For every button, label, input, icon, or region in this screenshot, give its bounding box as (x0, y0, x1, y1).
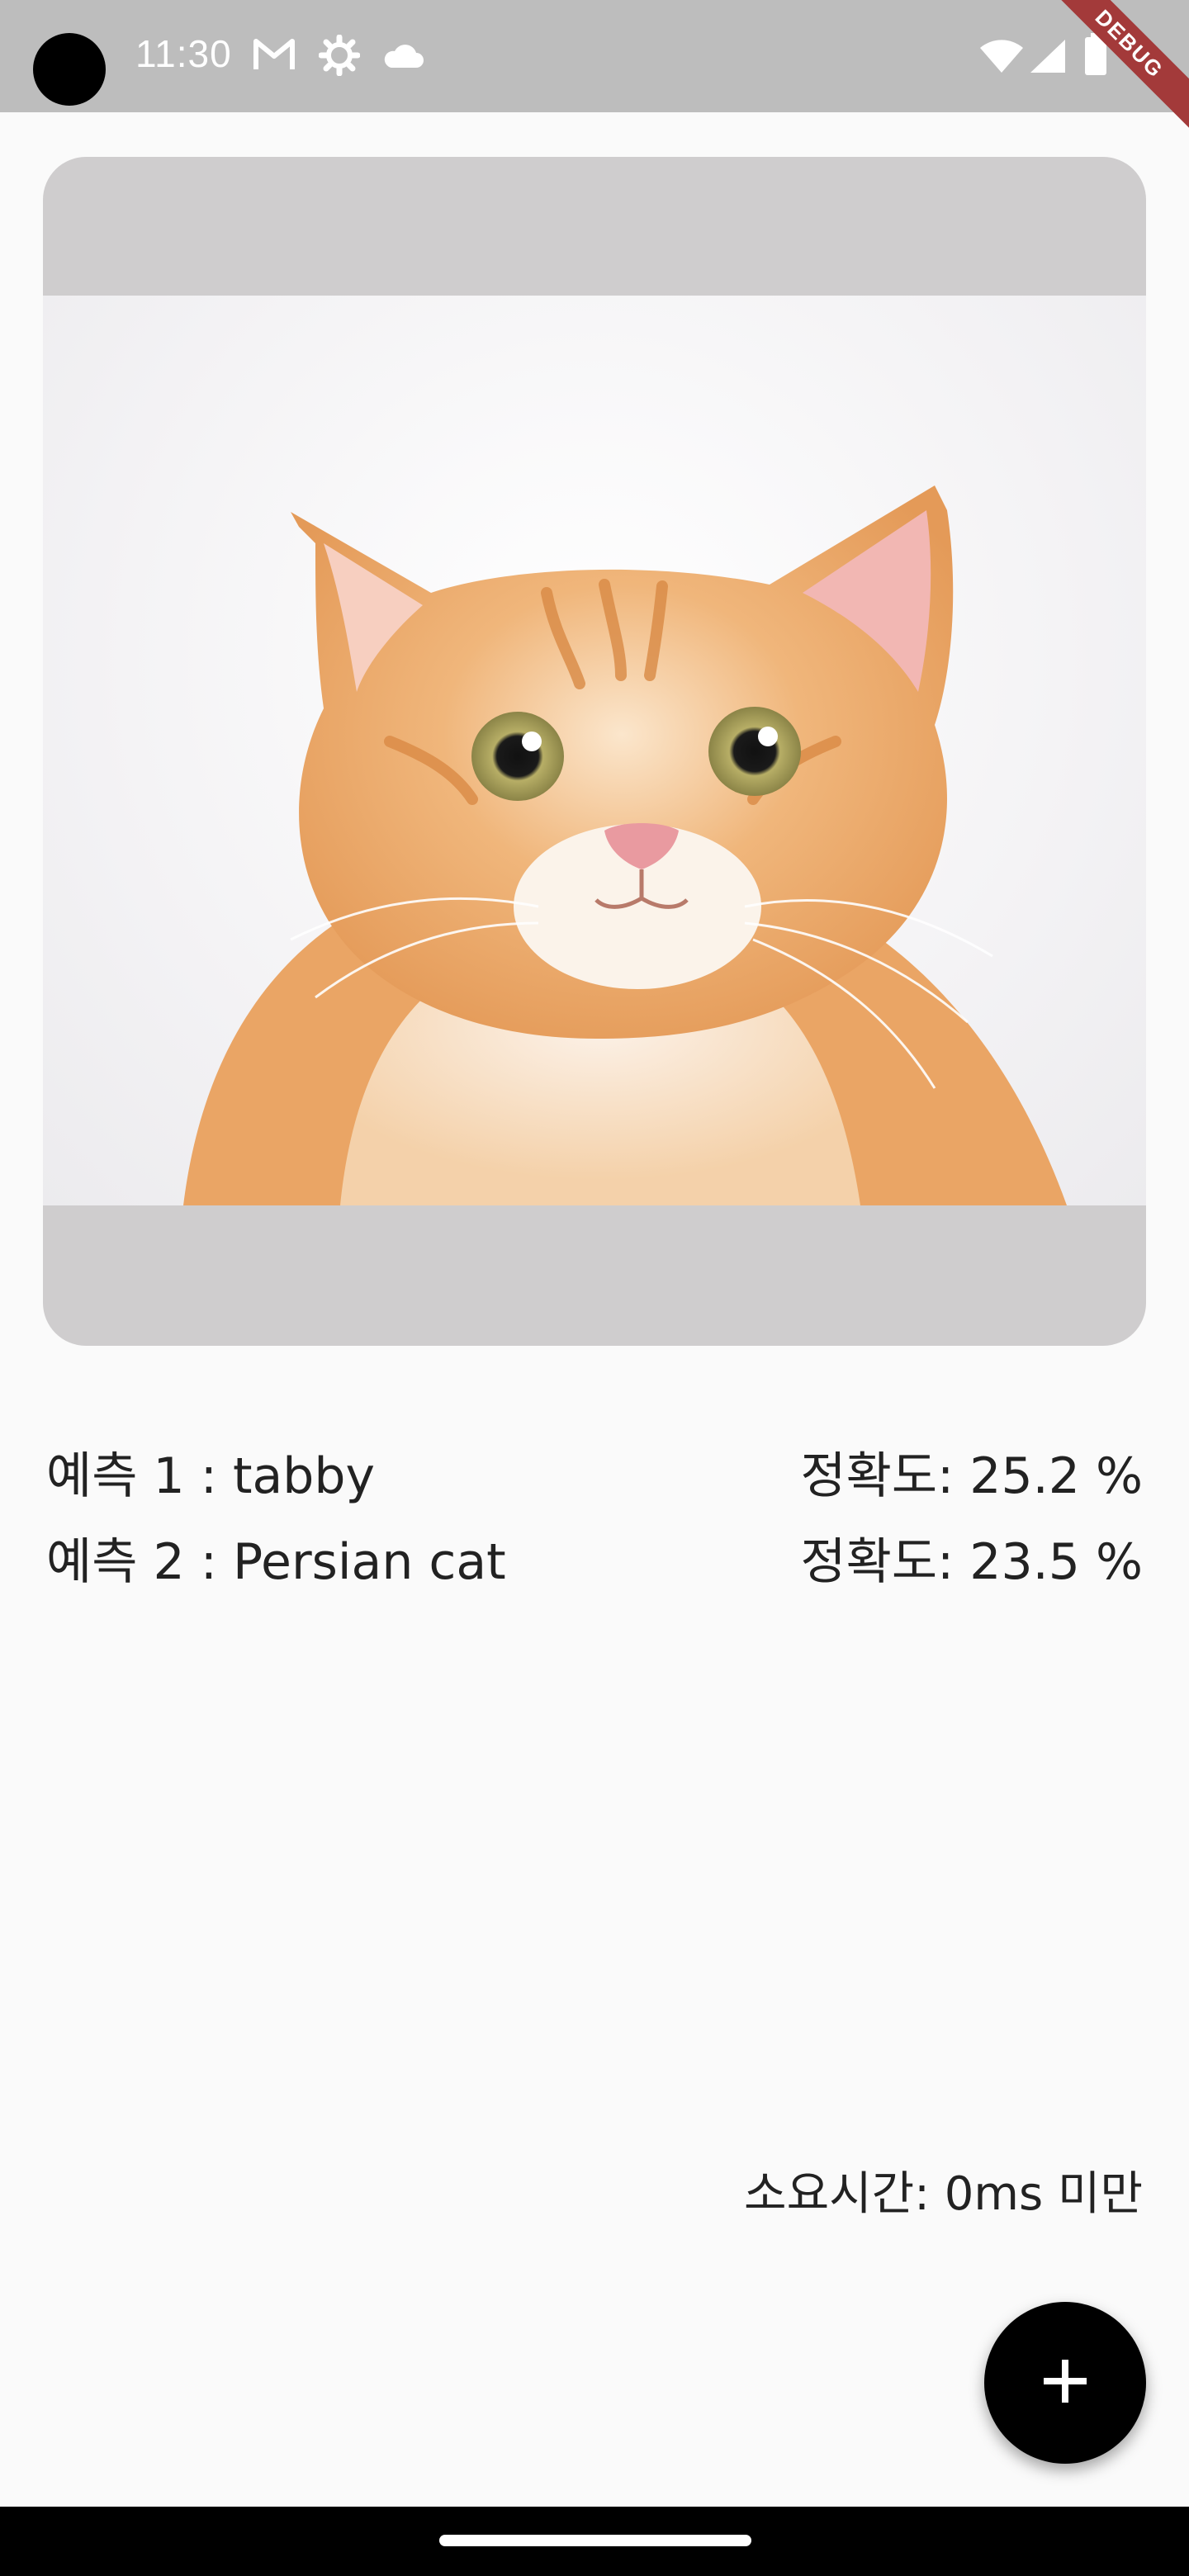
settings-icon (318, 34, 361, 79)
prediction-accuracy: 정확도: 23.5 % (800, 1532, 1143, 1591)
status-bar: 11:30 DEBUG (0, 0, 1189, 144)
prediction-label: 예측 2 : Persian cat (46, 1532, 506, 1591)
camera-cutout (33, 33, 106, 106)
prediction-row: 예측 2 : Persian cat 정확도: 23.5 % (46, 1524, 1143, 1591)
prediction-row: 예측 1 : tabby 정확도: 25.2 % (46, 1438, 1143, 1505)
add-image-button[interactable] (984, 2302, 1146, 2464)
image-card (43, 157, 1146, 1346)
signal-icon (1029, 38, 1067, 78)
status-time: 11:30 (135, 32, 232, 75)
navigation-bar (0, 2507, 1189, 2576)
cloud-icon (381, 41, 424, 73)
plus-icon (1042, 2358, 1088, 2408)
gmail-icon (253, 36, 296, 76)
cat-photo (43, 296, 1146, 1205)
wifi-icon (979, 38, 1024, 78)
home-indicator[interactable] (439, 2535, 751, 2546)
prediction-accuracy: 정확도: 25.2 % (800, 1447, 1143, 1505)
elapsed-time-text: 소요시간: 0ms 미만 (744, 2167, 1143, 2221)
prediction-label: 예측 1 : tabby (46, 1447, 375, 1505)
